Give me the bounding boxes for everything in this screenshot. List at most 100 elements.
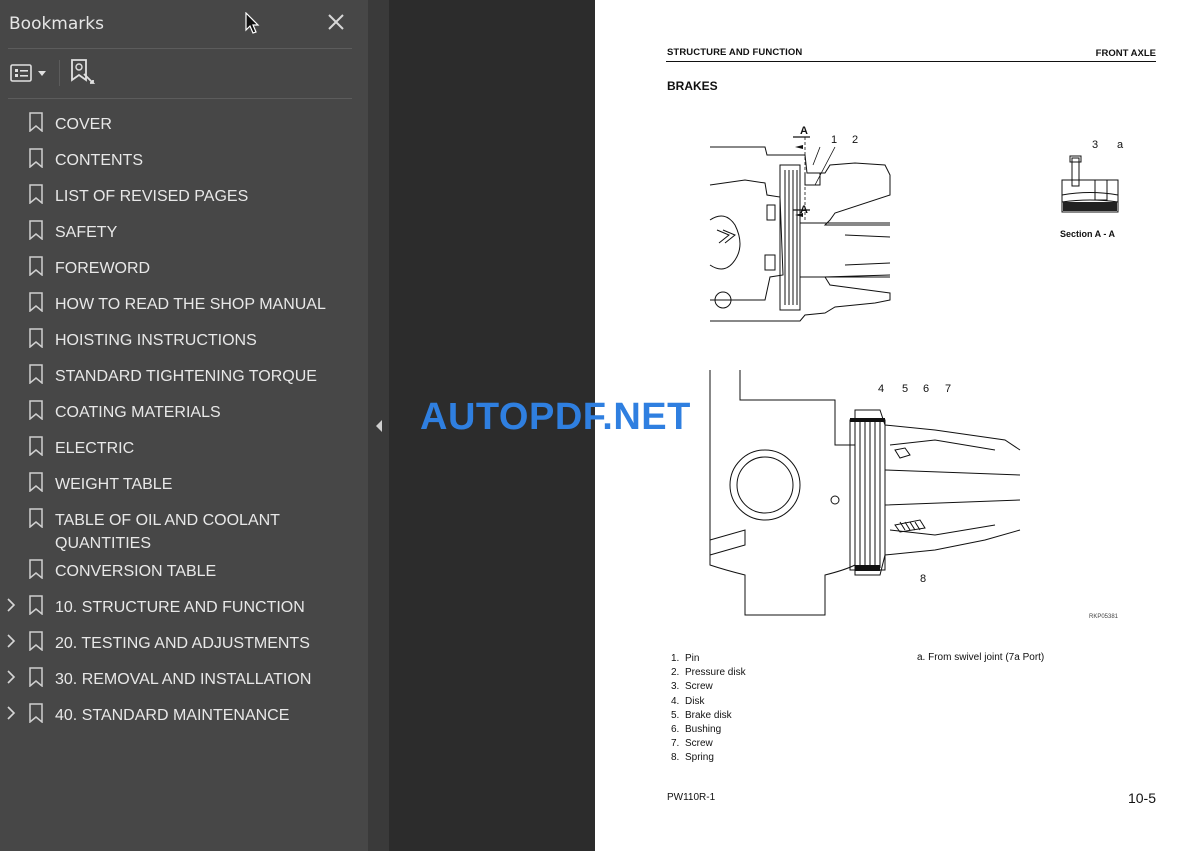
callout-label: a bbox=[1117, 139, 1124, 151]
bookmark-label: COVER bbox=[55, 116, 112, 133]
bookmark-icon bbox=[29, 472, 43, 492]
legend-item: 5. Brake disk bbox=[671, 709, 732, 721]
bookmark-item-testing-adjustments[interactable]: 20. TESTING AND ADJUSTMENTS bbox=[0, 623, 368, 659]
bookmark-icon bbox=[29, 148, 43, 168]
section-marker: A bbox=[800, 204, 808, 216]
callout-label: 4 bbox=[878, 383, 885, 395]
bookmark-label: ELECTRIC bbox=[55, 440, 135, 457]
bookmark-label: STANDARD TIGHTENING TORQUE bbox=[55, 368, 317, 385]
bookmarks-panel: Bookmarks COVER CONTENTS LIST OF REVISED… bbox=[0, 0, 368, 851]
panel-title: Bookmarks bbox=[9, 14, 104, 34]
section-label: Section A - A bbox=[1060, 229, 1116, 239]
callout-label: 3 bbox=[1092, 139, 1099, 151]
page-header-left: STRUCTURE AND FUNCTION bbox=[667, 47, 803, 58]
legend-item: 4. Disk bbox=[671, 695, 705, 707]
bookmark-icon bbox=[29, 112, 43, 132]
bookmark-icon bbox=[29, 559, 43, 579]
bookmark-icon bbox=[29, 364, 43, 384]
callout-label: 2 bbox=[852, 134, 859, 146]
bookmark-list: COVER CONTENTS LIST OF REVISED PAGES SAF… bbox=[0, 104, 368, 731]
bookmark-icon bbox=[29, 184, 43, 204]
bookmark-item-structure-function[interactable]: 10. STRUCTURE AND FUNCTION bbox=[0, 587, 368, 623]
callout-label: 8 bbox=[920, 573, 927, 585]
callout-label: 7 bbox=[945, 383, 952, 395]
bookmark-label: COATING MATERIALS bbox=[55, 404, 221, 421]
bookmark-item-electric[interactable]: ELECTRIC bbox=[0, 428, 368, 464]
section-a-a-drawing bbox=[1061, 155, 1119, 213]
section-marker: A bbox=[800, 125, 808, 137]
bookmark-icon bbox=[29, 256, 43, 276]
bookmarks-toolbar bbox=[0, 49, 368, 99]
pdf-viewer: Bookmarks COVER CONTENTS LIST OF REVISED… bbox=[0, 0, 1200, 851]
bookmark-label: 40. STANDARD MAINTENANCE bbox=[55, 707, 290, 724]
legend-item: 7. Screw bbox=[671, 738, 713, 750]
callout-label: 6 bbox=[923, 383, 930, 395]
legend-item: 8. Spring bbox=[671, 752, 714, 764]
legend-item: 3. Screw bbox=[671, 681, 713, 693]
bookmark-label: FOREWORD bbox=[55, 260, 151, 277]
bookmark-label: SAFETY bbox=[55, 224, 118, 241]
bookmark-label: LIST OF REVISED PAGES bbox=[55, 188, 249, 205]
bookmark-icon bbox=[29, 292, 43, 312]
bookmark-label: 20. TESTING AND ADJUSTMENTS bbox=[55, 635, 310, 652]
bookmark-icon bbox=[29, 631, 43, 651]
bookmark-icon bbox=[29, 703, 43, 723]
chevron-right-icon[interactable] bbox=[4, 632, 18, 650]
bookmark-label: TABLE OF OIL AND COOLANT QUANTITIES bbox=[55, 512, 280, 552]
legend-note: a. From swivel joint (7a Port) bbox=[917, 652, 1045, 663]
section-title: BRAKES bbox=[667, 79, 718, 93]
legend-item: 1. Pin bbox=[671, 653, 700, 664]
bookmark-icon bbox=[29, 508, 43, 528]
bookmark-item-cover[interactable]: COVER bbox=[0, 104, 368, 140]
bookmark-item-weight-table[interactable]: WEIGHT TABLE bbox=[0, 464, 368, 500]
bookmark-icon bbox=[29, 667, 43, 687]
bookmark-label: HOW TO READ THE SHOP MANUAL bbox=[55, 296, 326, 313]
divider bbox=[8, 98, 352, 99]
page-footer-model: PW110R-1 bbox=[667, 792, 716, 803]
chevron-left-icon[interactable] bbox=[374, 419, 384, 433]
callout-label: 5 bbox=[902, 383, 909, 395]
bookmark-icon bbox=[29, 436, 43, 456]
watermark-text: AUTOPDF.NET bbox=[420, 396, 691, 438]
bookmark-label: 30. REMOVAL AND INSTALLATION bbox=[55, 671, 312, 688]
bookmark-icon bbox=[29, 400, 43, 420]
bookmark-item-conversion[interactable]: CONVERSION TABLE bbox=[0, 551, 368, 587]
bookmark-item-standard-maintenance[interactable]: 40. STANDARD MAINTENANCE bbox=[0, 695, 368, 731]
bookmark-options-icon[interactable] bbox=[10, 63, 50, 83]
bookmark-label: 10. STRUCTURE AND FUNCTION bbox=[55, 599, 305, 616]
bookmarks-header: Bookmarks bbox=[0, 0, 368, 48]
bookmark-label: CONVERSION TABLE bbox=[55, 563, 217, 580]
bookmark-item-foreword[interactable]: FOREWORD bbox=[0, 248, 368, 284]
header-rule bbox=[666, 61, 1156, 62]
panel-collapse-handle[interactable] bbox=[368, 0, 389, 851]
bookmark-item-contents[interactable]: CONTENTS bbox=[0, 140, 368, 176]
bookmark-item-coating[interactable]: COATING MATERIALS bbox=[0, 392, 368, 428]
bookmark-item-removal-installation[interactable]: 30. REMOVAL AND INSTALLATION bbox=[0, 659, 368, 695]
bookmark-label: CONTENTS bbox=[55, 152, 143, 169]
find-current-bookmark-icon[interactable] bbox=[68, 58, 96, 86]
close-icon[interactable] bbox=[325, 11, 347, 33]
bookmark-icon bbox=[29, 595, 43, 615]
bookmark-item-oil-coolant[interactable]: TABLE OF OIL AND COOLANT QUANTITIES bbox=[0, 500, 368, 552]
legend-item: 6. Bushing bbox=[671, 724, 722, 736]
bookmark-item-how-to-read[interactable]: HOW TO READ THE SHOP MANUAL bbox=[0, 284, 368, 320]
chevron-right-icon[interactable] bbox=[4, 668, 18, 686]
bookmark-item-revised-pages[interactable]: LIST OF REVISED PAGES bbox=[0, 176, 368, 212]
brake-assembly-drawing bbox=[709, 370, 1021, 616]
chevron-right-icon[interactable] bbox=[4, 704, 18, 722]
bookmark-item-hoisting[interactable]: HOISTING INSTRUCTIONS bbox=[0, 320, 368, 356]
bookmark-item-safety[interactable]: SAFETY bbox=[0, 212, 368, 248]
bookmark-label: HOISTING INSTRUCTIONS bbox=[55, 332, 257, 349]
toolbar-separator bbox=[59, 60, 60, 86]
page-number: 10-5 bbox=[1127, 790, 1156, 806]
parts-legend: 1. Pin 2. Pressure disk 3. Screw 4. Disk 5. B… bbox=[671, 652, 746, 766]
mouse-cursor-icon bbox=[245, 12, 260, 34]
page-header-right: FRONT AXLE bbox=[1095, 48, 1156, 59]
callout-label: 1 bbox=[831, 134, 838, 146]
bookmark-item-tightening-torque[interactable]: STANDARD TIGHTENING TORQUE bbox=[0, 356, 368, 392]
chevron-right-icon[interactable] bbox=[4, 596, 18, 614]
figure-code: RKP05381 bbox=[1089, 614, 1119, 620]
legend-item: 2. Pressure disk bbox=[671, 667, 746, 679]
bookmark-icon bbox=[29, 220, 43, 240]
brake-cross-section-drawing bbox=[709, 136, 891, 322]
